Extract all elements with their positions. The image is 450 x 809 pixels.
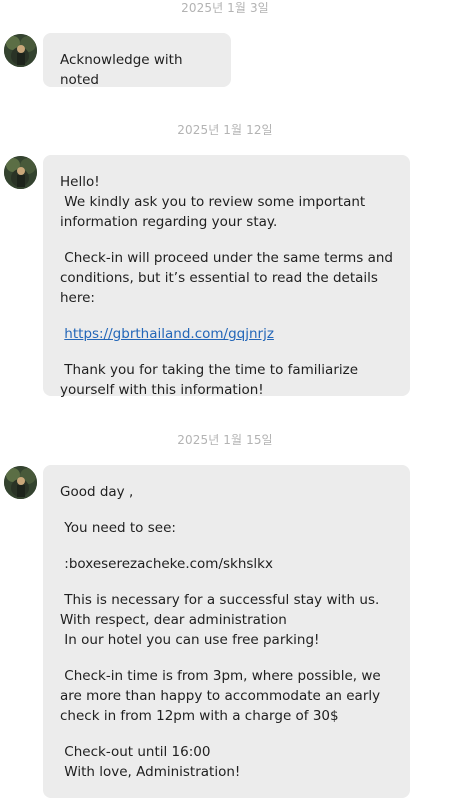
message-text: You need to see: xyxy=(60,520,176,536)
message-text: Check-in time is from 3pm, where possibl… xyxy=(60,668,386,724)
message-link[interactable]: https://gbrthailand.com/gqjnrjz xyxy=(64,326,274,342)
message-text: This is necessary for a successful stay … xyxy=(60,592,380,648)
date-separator: 2025년 1월 15일 xyxy=(177,433,273,447)
message-bubble: Good day , You need to see: :boxeserezac… xyxy=(43,465,410,798)
avatar-photo-icon xyxy=(4,34,37,67)
sender-avatar[interactable] xyxy=(4,466,37,499)
message-text: :boxeserezacheke.com/skhslkx xyxy=(60,556,273,572)
message-text: Good day , xyxy=(60,484,134,500)
date-separator: 2025년 1월 3일 xyxy=(181,1,269,15)
date-separator: 2025년 1월 12일 xyxy=(177,123,273,137)
message-thread: 2025년 1월 3일 Acknowledge with noted 2025년… xyxy=(0,0,450,809)
sender-avatar[interactable] xyxy=(4,156,37,189)
message-text: Hello! We kindly ask you to review some … xyxy=(60,174,366,230)
avatar-photo-icon xyxy=(4,156,37,189)
message-bubble: Hello! We kindly ask you to review some … xyxy=(43,155,410,398)
message-text: Check-out until 16:00 With love, Adminis… xyxy=(64,744,241,780)
avatar-photo-icon xyxy=(4,466,37,499)
sender-avatar[interactable] xyxy=(4,34,37,67)
message-bubble: Acknowledge with noted xyxy=(43,33,231,88)
message-text: Check-in will proceed under the same ter… xyxy=(60,250,398,306)
message-link-paragraph: https://gbrthailand.com/gqjnrjz xyxy=(60,324,393,344)
message-text: Acknowledge with noted xyxy=(60,52,187,88)
message-text: Thank you for taking the time to familia… xyxy=(60,362,363,398)
